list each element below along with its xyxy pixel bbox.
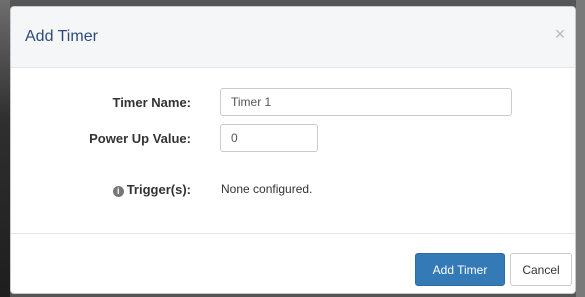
power-up-value-input[interactable] <box>220 124 318 152</box>
power-up-value-row: Power Up Value: <box>11 124 575 154</box>
triggers-row: i Trigger(s): None configured. <box>11 175 575 205</box>
dialog-title: Add Timer <box>25 28 98 45</box>
page-backdrop-right <box>576 0 585 297</box>
triggers-value: None configured. <box>221 182 313 196</box>
timer-name-row: Timer Name: <box>11 88 575 118</box>
cancel-button[interactable]: Cancel <box>510 253 572 286</box>
close-icon[interactable]: × <box>551 25 569 43</box>
info-icon: i <box>112 186 124 197</box>
add-timer-button[interactable]: Add Timer <box>415 253 505 286</box>
triggers-label: Trigger(s): <box>126 182 191 197</box>
timer-name-input[interactable] <box>220 88 512 116</box>
dialog-body: Timer Name: Power Up Value: iTrigger(s):… <box>11 68 575 234</box>
triggers-label-wrap: i Trigger(s): <box>112 182 191 197</box>
dialog-header: Add Timer × <box>11 7 575 68</box>
page-backdrop-left <box>0 0 10 297</box>
dialog-footer: Add Timer Cancel <box>11 233 575 293</box>
add-timer-dialog: Add Timer × Timer Name: Power Up Value: … <box>10 6 576 294</box>
power-up-value-label: Power Up Value: <box>89 131 191 146</box>
timer-name-label: Timer Name: <box>112 95 191 110</box>
